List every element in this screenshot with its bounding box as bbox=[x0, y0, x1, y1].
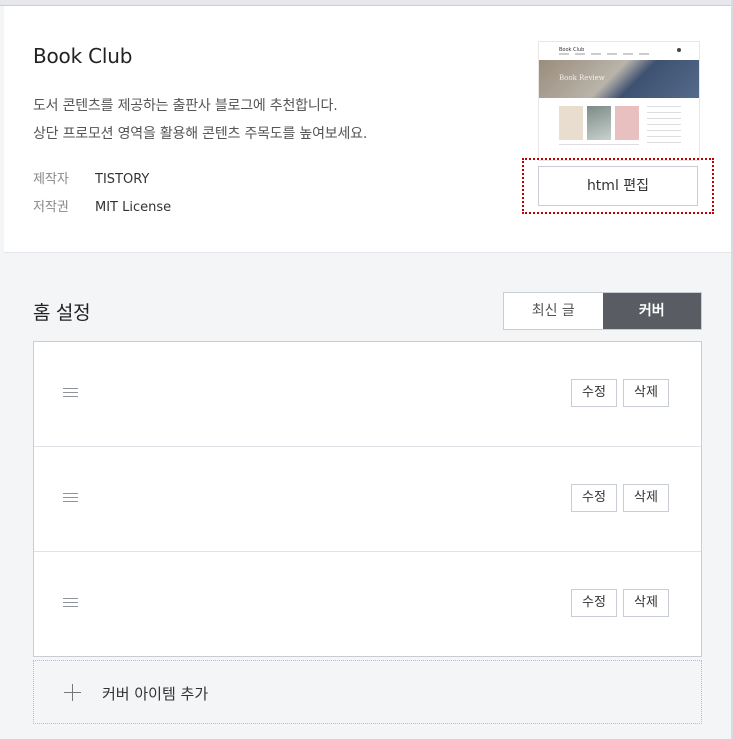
drag-handle-icon[interactable] bbox=[63, 388, 78, 400]
description-line-2: 상단 프로모션 영역을 활용해 콘텐츠 주목도를 높여보세요. bbox=[33, 126, 368, 142]
plus-icon bbox=[64, 684, 81, 701]
license-row: 저작권 MIT License bbox=[33, 194, 171, 222]
delete-button[interactable]: 삭제 bbox=[623, 589, 669, 617]
html-edit-button[interactable]: html 편집 bbox=[538, 166, 698, 206]
drag-handle-icon[interactable] bbox=[63, 493, 78, 505]
theme-preview-thumbnail: Book Club Book Review bbox=[538, 41, 700, 161]
author-value: TISTORY bbox=[95, 172, 150, 187]
description-line-1: 도서 콘텐츠를 제공하는 출판사 블로그에 추천합니다. bbox=[33, 98, 338, 114]
home-settings-title: 홈 설정 bbox=[33, 302, 91, 324]
preview-menu-icon bbox=[677, 48, 681, 52]
home-type-toggle: 최신 글 커버 bbox=[503, 292, 702, 330]
theme-meta: 제작자 TISTORY 저작권 MIT License bbox=[33, 166, 171, 222]
preview-footer-line bbox=[559, 144, 639, 145]
preview-book-card bbox=[587, 106, 611, 140]
add-cover-item-label: 커버 아이템 추가 bbox=[102, 685, 209, 703]
preview-hero-text: Book Review bbox=[559, 74, 605, 82]
tab-cover[interactable]: 커버 bbox=[602, 293, 701, 329]
theme-title: Book Club bbox=[33, 44, 133, 68]
cover-item-row: 수정 삭제 bbox=[34, 552, 701, 656]
preview-book-card bbox=[559, 106, 583, 140]
license-label: 저작권 bbox=[33, 200, 69, 215]
cover-item-list: 수정 삭제 수정 삭제 수정 삭제 bbox=[33, 341, 702, 657]
author-row: 제작자 TISTORY bbox=[33, 166, 171, 194]
cover-item-row: 수정 삭제 bbox=[34, 342, 701, 447]
preview-header: Book Club bbox=[539, 42, 699, 60]
preview-hero: Book Review bbox=[539, 60, 699, 98]
preview-text-lines bbox=[647, 106, 681, 146]
author-label: 제작자 bbox=[33, 172, 69, 187]
license-value: MIT License bbox=[95, 200, 172, 215]
preview-book-card bbox=[615, 106, 639, 140]
theme-description: 도서 콘텐츠를 제공하는 출판사 블로그에 추천합니다. 상단 프로모션 영역을… bbox=[33, 92, 367, 148]
cover-item-row: 수정 삭제 bbox=[34, 447, 701, 552]
edit-button[interactable]: 수정 bbox=[571, 484, 617, 512]
preview-body bbox=[539, 98, 699, 160]
drag-handle-icon[interactable] bbox=[63, 598, 78, 610]
tab-latest-posts[interactable]: 최신 글 bbox=[504, 293, 603, 329]
delete-button[interactable]: 삭제 bbox=[623, 379, 669, 407]
edit-button[interactable]: 수정 bbox=[571, 589, 617, 617]
delete-button[interactable]: 삭제 bbox=[623, 484, 669, 512]
preview-nav bbox=[559, 53, 649, 55]
edit-button[interactable]: 수정 bbox=[571, 379, 617, 407]
add-cover-item-button[interactable]: 커버 아이템 추가 bbox=[33, 660, 702, 724]
